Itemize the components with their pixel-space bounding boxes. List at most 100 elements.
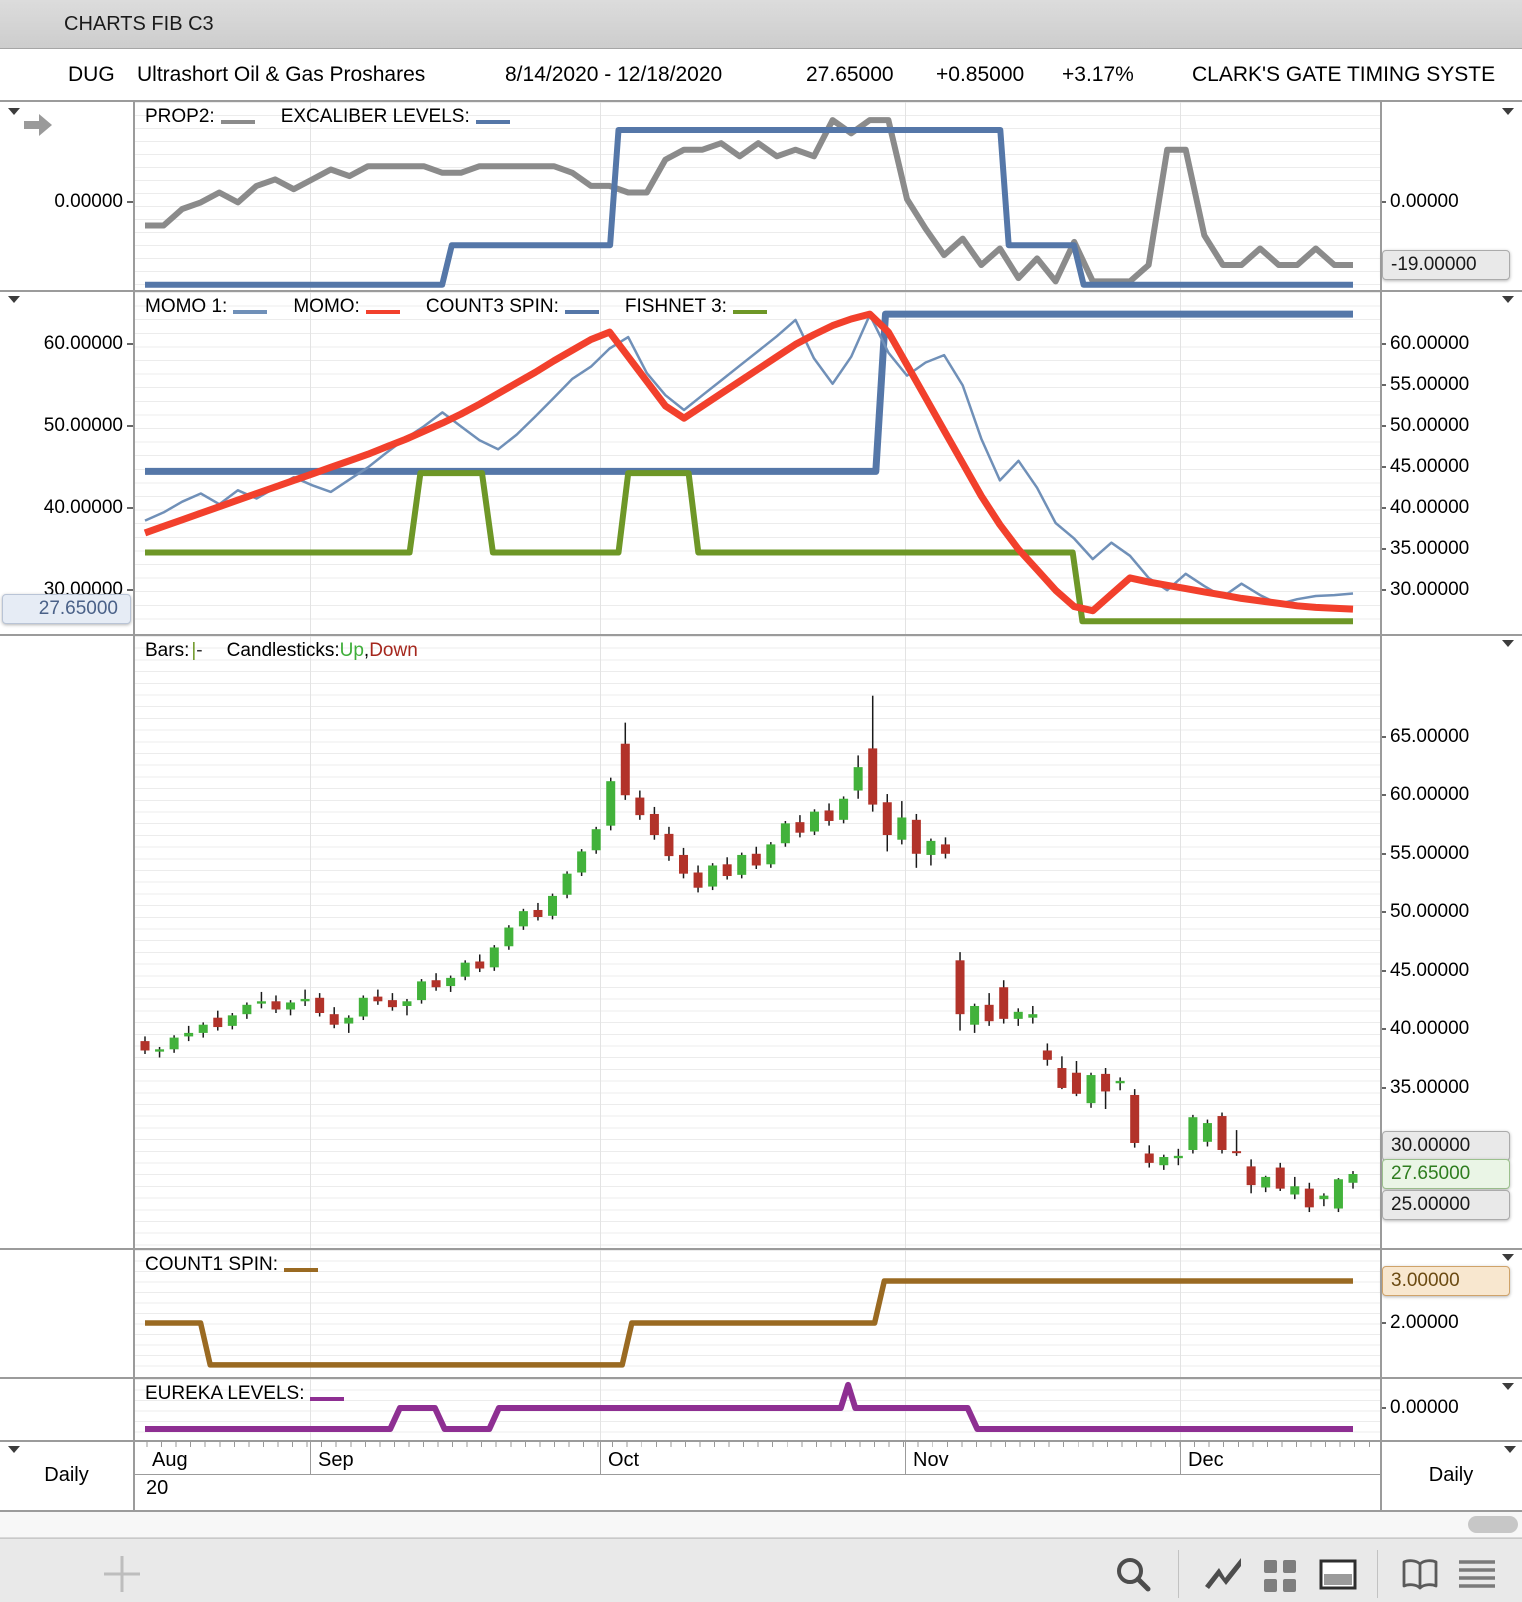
candle-down xyxy=(315,997,325,1014)
year-row-divider xyxy=(133,1474,1380,1475)
candle-down xyxy=(999,987,1009,1019)
legend-prop2-excaliber: PROP2: EXCALIBER LEVELS: xyxy=(145,104,536,130)
plot-area-price-candles[interactable] xyxy=(133,636,1380,1246)
left-axis-divider xyxy=(133,100,135,1512)
candle-up xyxy=(708,865,718,887)
pointer-arrow-icon xyxy=(24,114,52,136)
value-box: 27.65000 xyxy=(1382,1159,1510,1189)
candle-down xyxy=(693,872,703,888)
panel-collapse-icon[interactable] xyxy=(1502,640,1514,647)
candle-down xyxy=(213,1017,223,1028)
series-fishnet-3 xyxy=(145,470,1353,625)
candle-up xyxy=(1028,1014,1038,1018)
timeframe-dropdown-icon[interactable] xyxy=(8,1446,20,1453)
last-price: 27.65000 xyxy=(806,63,894,86)
candle-up xyxy=(460,962,470,977)
candle-up xyxy=(1188,1117,1198,1150)
legend-label: Candlesticks: xyxy=(226,640,340,661)
candle-down xyxy=(984,1004,994,1022)
y-axis-label: 45.00000 xyxy=(1390,456,1470,477)
month-separator xyxy=(1180,1440,1181,1474)
panel-collapse-icon[interactable] xyxy=(1502,296,1514,303)
y-axis-label: 0.00000 xyxy=(54,191,123,212)
candle-down xyxy=(140,1041,150,1051)
candle-up xyxy=(548,895,558,916)
candle-up xyxy=(853,767,863,791)
toolbar-separator xyxy=(1178,1550,1179,1598)
candle-down xyxy=(373,996,383,1002)
security-name: Ultrashort Oil & Gas Proshares xyxy=(137,63,426,86)
candle-up xyxy=(1333,1179,1343,1209)
menu-lines-icon[interactable] xyxy=(1455,1552,1499,1596)
candle-up xyxy=(300,998,310,1002)
book-icon[interactable] xyxy=(1398,1552,1442,1596)
panel-collapse-icon[interactable] xyxy=(8,296,20,303)
month-label: Nov xyxy=(913,1449,949,1471)
y-axis-label: 35.00000 xyxy=(1390,1077,1470,1098)
y-axis-label: 50.00000 xyxy=(1390,901,1470,922)
panel-collapse-icon[interactable] xyxy=(1502,108,1514,115)
timeframe-label: Daily xyxy=(1428,1463,1474,1486)
panel-layout-icon[interactable] xyxy=(1316,1552,1360,1596)
panel-collapse-icon[interactable] xyxy=(8,108,20,115)
timeframe-selector-right[interactable]: Daily xyxy=(1380,1440,1522,1510)
legend-price-candles: Bars: | - Candlesticks: Up, Down xyxy=(145,638,418,664)
timeframe-selector-left[interactable]: Daily xyxy=(0,1440,135,1510)
candle-up xyxy=(344,1017,354,1024)
month-label: Sep xyxy=(318,1449,354,1471)
crosshair-plus-icon[interactable] xyxy=(100,1552,144,1596)
candle-down xyxy=(868,748,878,805)
y-axis-label: 40.00000 xyxy=(43,497,123,518)
candle-down xyxy=(1130,1094,1140,1143)
candle-up xyxy=(446,977,456,987)
candle-up xyxy=(970,1005,980,1025)
candle-down xyxy=(1217,1116,1227,1150)
candle-up xyxy=(227,1015,237,1026)
plot-area-momo-count3-fishnet[interactable] xyxy=(133,292,1380,632)
candle-up xyxy=(1290,1186,1300,1195)
candle-down xyxy=(1275,1167,1285,1189)
y-axis-label: 50.00000 xyxy=(43,415,123,436)
candle-down xyxy=(620,743,630,796)
legend-label: Down xyxy=(369,640,418,661)
line-chart-icon[interactable] xyxy=(1201,1552,1245,1596)
legend-label: MOMO: xyxy=(293,296,360,317)
candle-up xyxy=(242,1004,252,1015)
title-bar: CHARTS FIB C3 xyxy=(0,0,1522,49)
candle-down xyxy=(911,819,921,854)
zoom-icon[interactable] xyxy=(1111,1552,1155,1596)
panel-border xyxy=(0,290,1522,292)
candle-up xyxy=(591,829,601,851)
price-change-percent: +3.17% xyxy=(1062,63,1134,86)
y-axis-label: 55.00000 xyxy=(1390,843,1470,864)
y-axis-label: 30.00000 xyxy=(1390,579,1470,600)
candle-up xyxy=(184,1032,194,1037)
candle-up xyxy=(1159,1157,1169,1166)
panel-collapse-icon[interactable] xyxy=(1502,1254,1514,1261)
candle-up xyxy=(737,854,747,875)
series-count3-spin xyxy=(145,310,1353,475)
value-box: 3.00000 xyxy=(1382,1266,1510,1296)
candle-down xyxy=(387,1000,397,1008)
candle-down xyxy=(1057,1068,1067,1088)
panel-collapse-icon[interactable] xyxy=(1502,1383,1514,1390)
y-axis-label: 50.00000 xyxy=(1390,415,1470,436)
candle-up xyxy=(1115,1080,1125,1084)
grid-view-icon[interactable] xyxy=(1258,1552,1302,1596)
candle-down xyxy=(1246,1166,1256,1186)
candle-up xyxy=(489,947,499,968)
candle-up xyxy=(402,1001,412,1006)
y-axis-label: 0.00000 xyxy=(1390,1397,1459,1418)
candle-up xyxy=(286,1002,296,1010)
candle-down xyxy=(431,980,441,988)
panel-border xyxy=(0,100,1522,102)
y-axis-label: 2.00000 xyxy=(1390,1312,1459,1333)
legend-swatch xyxy=(220,120,255,124)
candle-down xyxy=(940,844,950,854)
candle-down xyxy=(1144,1153,1154,1163)
timeframe-dropdown-icon[interactable] xyxy=(1504,1446,1516,1453)
scrollbar-thumb[interactable] xyxy=(1468,1516,1518,1533)
candle-up xyxy=(358,997,368,1017)
window-title: CHARTS FIB C3 xyxy=(64,13,214,35)
legend-label: Bars: xyxy=(145,640,190,661)
